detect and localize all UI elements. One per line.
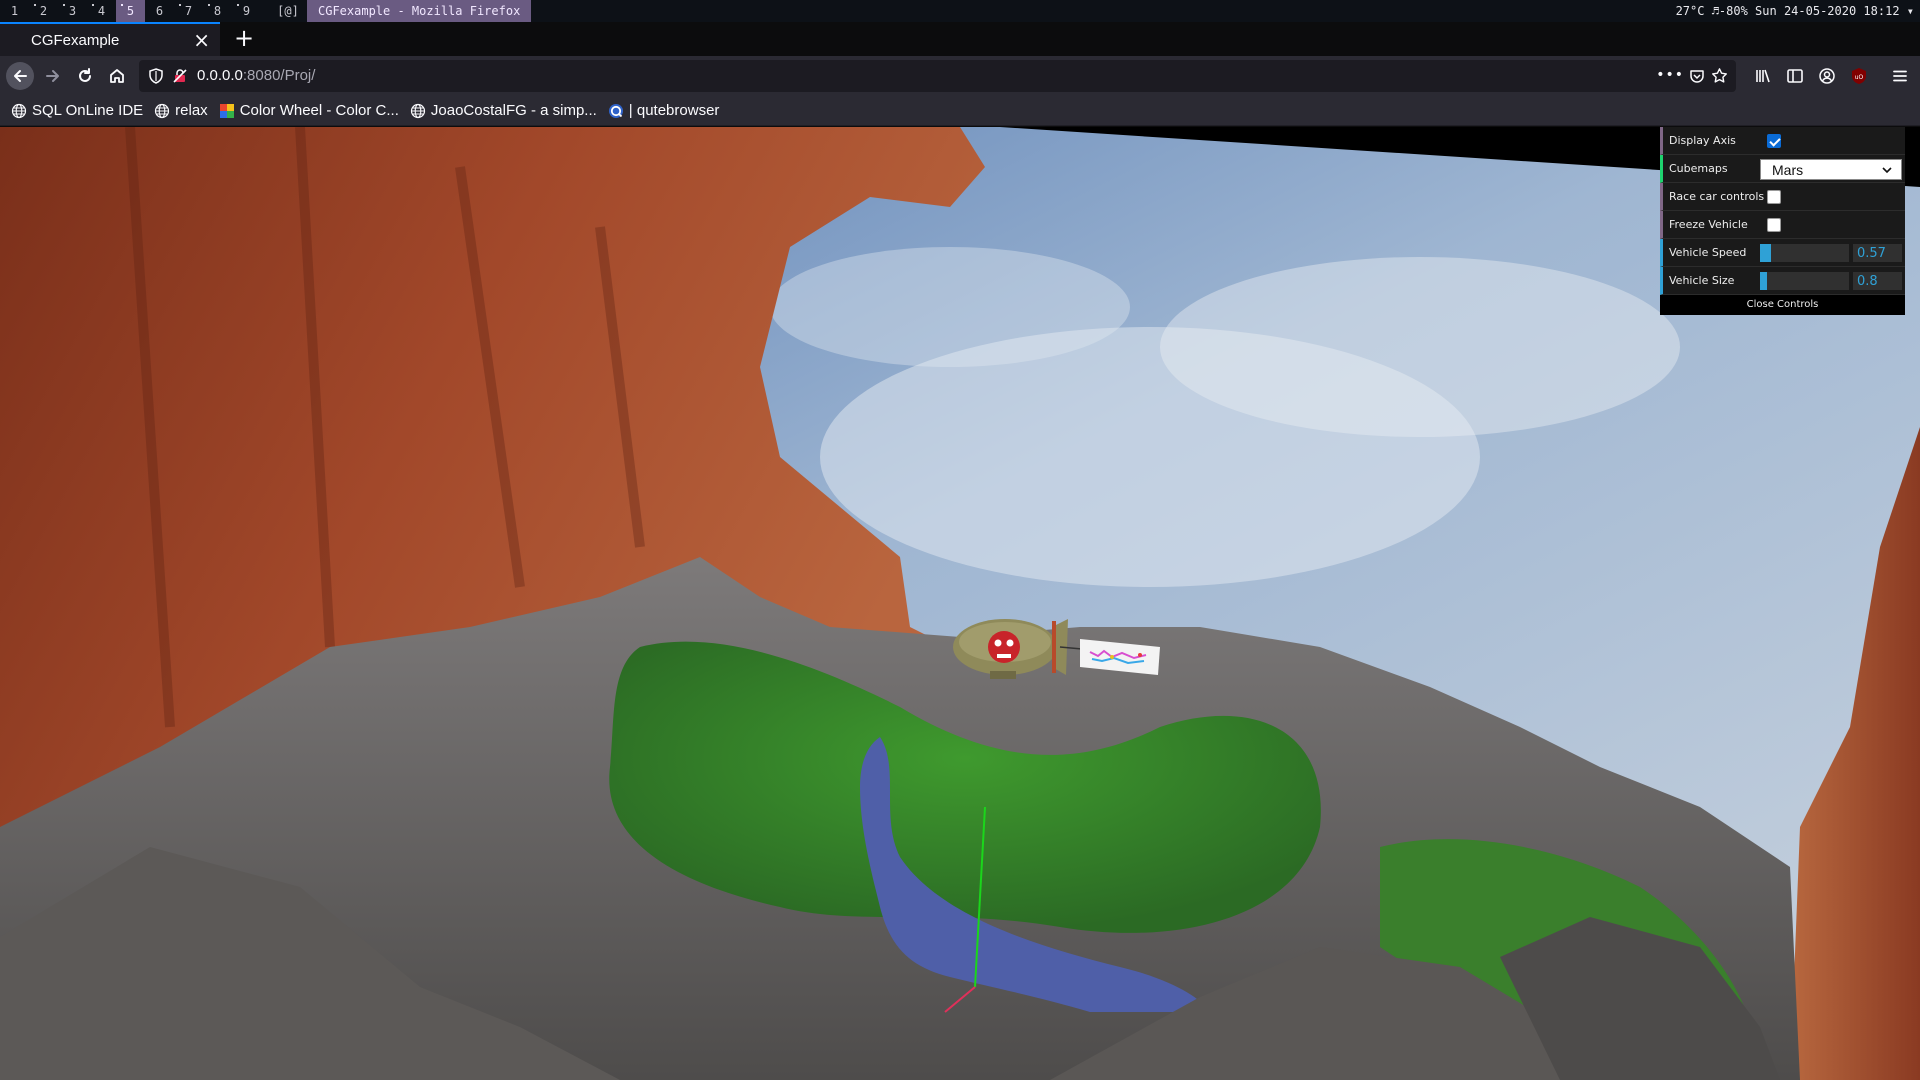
home-icon — [110, 69, 124, 83]
vehicle-speed-input[interactable]: 0.57 — [1853, 244, 1902, 262]
close-controls-button[interactable]: Close Controls — [1660, 295, 1905, 315]
vehicle-speed-slider[interactable] — [1760, 244, 1849, 262]
tab-close-button[interactable]: × — [193, 30, 210, 50]
display-axis-label: Display Axis — [1669, 134, 1736, 147]
svg-text:uO: uO — [1855, 74, 1864, 81]
url-text[interactable]: 0.0.0.0:8080/Proj/ — [197, 60, 315, 92]
workspace-2[interactable]: 2 — [29, 0, 58, 22]
bookmark-color-wheel[interactable]: Color Wheel - Color C... — [219, 102, 399, 119]
workspace-3[interactable]: 3 — [58, 0, 87, 22]
workspace-1[interactable]: 1 — [0, 0, 29, 22]
display-axis-checkbox[interactable] — [1767, 134, 1781, 148]
tracking-protection-shield-icon — [149, 68, 163, 84]
window-manager-bar: 1 2 3 4 5 6 7 8 9 [@] CGFexample - Mozil… — [0, 0, 1920, 22]
bookmarks-toolbar: SQL OnLine IDE relax Color Wheel - Color… — [0, 96, 1920, 126]
globe-icon — [155, 103, 170, 118]
bookmark-label: | qutebrowser — [628, 102, 720, 119]
workspace-8[interactable]: 8 — [203, 0, 232, 22]
cubemaps-label: Cubemaps — [1669, 162, 1728, 175]
globe-icon — [11, 103, 27, 118]
freeze-vehicle-label: Freeze Vehicle — [1669, 218, 1748, 231]
vehicle-size-input[interactable]: 0.8 — [1853, 272, 1902, 290]
bookmark-sql-online-ide[interactable]: SQL OnLine IDE — [11, 102, 143, 119]
race-car-controls-label: Race car controls — [1669, 190, 1765, 203]
page-actions-menu-icon[interactable]: ••• — [1656, 60, 1684, 90]
bookmark-label: SQL OnLine IDE — [32, 102, 144, 119]
back-button[interactable] — [6, 62, 34, 90]
workspace-7[interactable]: 7 — [174, 0, 203, 22]
workspace-5[interactable]: 5 — [116, 0, 145, 22]
home-button[interactable] — [103, 62, 131, 90]
tab-title: CGFexample — [31, 31, 120, 49]
url-bar[interactable]: 0.0.0.0:8080/Proj/ ••• — [139, 60, 1736, 92]
reload-button[interactable] — [71, 62, 99, 90]
ublock-origin-button[interactable]: uO — [1845, 62, 1873, 90]
cubemaps-row: Cubemaps Mars — [1660, 155, 1905, 183]
pocket-icon — [1690, 70, 1704, 83]
bookmark-relax[interactable]: relax — [154, 102, 208, 119]
sidebar-icon — [1787, 69, 1803, 83]
scene-illustration — [0, 127, 1920, 1080]
controls-panel: Display Axis Cubemaps Mars Race car cont… — [1660, 127, 1905, 315]
globe-icon — [410, 103, 426, 118]
account-icon — [1819, 68, 1835, 84]
display-axis-row: Display Axis — [1660, 127, 1905, 155]
vehicle-size-slider[interactable] — [1760, 272, 1849, 290]
forward-arrow-icon — [46, 70, 59, 82]
new-tab-button[interactable]: + — [230, 25, 258, 53]
bookmark-label: JoaoCostalFG - a simp... — [430, 102, 597, 119]
window-title: CGFexample - Mozilla Firefox — [307, 0, 532, 22]
workspace-4[interactable]: 4 — [87, 0, 116, 22]
bookmark-qutebrowser[interactable]: | qutebrowser — [608, 102, 720, 119]
vehicle-speed-row: Vehicle Speed 0.57 — [1660, 239, 1905, 267]
ublock-shield-icon: uO — [1852, 68, 1866, 84]
sidebar-button[interactable] — [1781, 62, 1809, 90]
library-button[interactable] — [1749, 62, 1777, 90]
hamburger-menu-icon — [1893, 70, 1907, 82]
freeze-vehicle-row: Freeze Vehicle — [1660, 211, 1905, 239]
vehicle-speed-label: Vehicle Speed — [1669, 246, 1747, 259]
bookmark-star-icon — [1711, 68, 1728, 83]
chevron-down-icon — [1882, 167, 1892, 174]
vehicle-size-slider-fill — [1760, 272, 1768, 290]
color-wheel-icon — [219, 103, 234, 118]
reload-icon — [79, 68, 91, 82]
freeze-vehicle-checkbox[interactable] — [1767, 218, 1781, 232]
qutebrowser-icon — [608, 103, 623, 118]
account-button[interactable] — [1813, 62, 1841, 90]
bookmark-joaocostalfg[interactable]: JoaoCostalFG - a simp... — [410, 102, 597, 119]
vehicle-size-row: Vehicle Size 0.8 — [1660, 267, 1905, 295]
bookmark-label: Color Wheel - Color C... — [239, 102, 399, 119]
workspace-9[interactable]: 9 — [232, 0, 261, 22]
forward-button[interactable] — [39, 62, 67, 90]
layout-indicator[interactable]: [@] — [273, 4, 303, 18]
back-arrow-icon — [14, 70, 27, 82]
status-text: 27°C ♬-80% Sun 24-05-2020 18:12 ▾ — [1675, 4, 1914, 18]
workspace-6[interactable]: 6 — [145, 0, 174, 22]
cubemaps-select[interactable]: Mars — [1760, 159, 1902, 180]
navigation-bar: 0.0.0.0:8080/Proj/ ••• uO — [0, 56, 1920, 96]
tab-cgfexample[interactable]: CGFexample × — [0, 22, 220, 56]
webgl-canvas[interactable] — [0, 127, 1920, 1080]
insecure-connection-icon — [173, 69, 187, 83]
vehicle-size-label: Vehicle Size — [1669, 274, 1735, 287]
library-icon — [1756, 69, 1770, 83]
bookmark-label: relax — [175, 102, 208, 119]
tab-strip: CGFexample × + — [0, 22, 1920, 56]
race-car-controls-checkbox[interactable] — [1767, 190, 1781, 204]
menu-button[interactable] — [1886, 62, 1914, 90]
race-car-controls-row: Race car controls — [1660, 183, 1905, 211]
vehicle-speed-slider-fill — [1760, 244, 1771, 262]
